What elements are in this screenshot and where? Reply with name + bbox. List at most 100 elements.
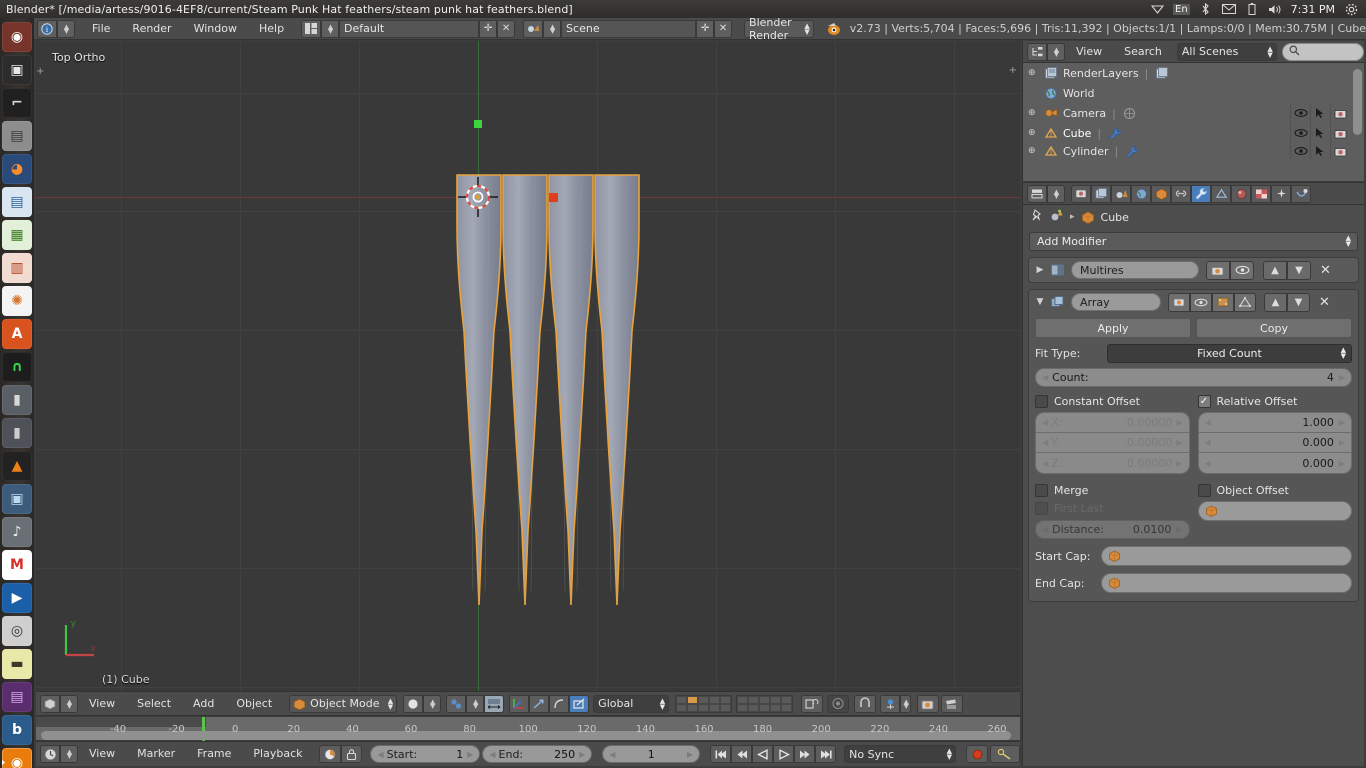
timeline-menu-marker[interactable]: Marker: [126, 743, 186, 765]
delete-screen-button[interactable]: ✕: [497, 19, 516, 38]
menu-help[interactable]: Help: [248, 18, 295, 40]
outliner-editor-icon[interactable]: [1027, 42, 1047, 61]
outliner-menu-search[interactable]: Search: [1113, 41, 1173, 63]
outliner-editor[interactable]: ▲ ▼ View Search All Scenes ▲ ▼ ⊕ RenderLaye…: [1022, 41, 1364, 181]
outliner-editor-arrows[interactable]: ▲ ▼: [1047, 42, 1065, 61]
cage-toggle-icon[interactable]: [1234, 292, 1256, 312]
solid-shading-icon[interactable]: [403, 694, 424, 713]
object-offset-checkbox-row[interactable]: Object Offset: [1197, 484, 1353, 497]
increment-arrow-icon[interactable]: ▶: [1339, 459, 1345, 468]
properties-constraints-tab[interactable]: [1171, 184, 1191, 203]
manipulator-enable-toggle[interactable]: [569, 694, 590, 713]
layer-cell[interactable]: [698, 695, 710, 704]
magnet-icon[interactable]: [854, 694, 877, 713]
menu-render[interactable]: Render: [121, 18, 182, 40]
keyboard-layout-indicator[interactable]: En: [1173, 3, 1190, 15]
constant-offset-y[interactable]: ◀ Y: 0.00000 ▶: [1036, 433, 1189, 453]
modifier-name-field-array[interactable]: Array: [1071, 293, 1161, 311]
scene-field[interactable]: Scene: [561, 19, 697, 38]
screen-layout-icon[interactable]: [301, 19, 322, 38]
timeline-editor-icon[interactable]: [40, 745, 60, 763]
sync-mode-dropdown[interactable]: No Sync ▲ ▼: [844, 745, 957, 763]
add-modifier-dropdown[interactable]: Add Modifier ▲ ▼: [1029, 232, 1358, 251]
timeline-ruler[interactable]: -40 -20 0 20 40 60 80 100 120 140 160 180 200 220 240 2…: [36, 717, 1020, 741]
viewport-menu-add[interactable]: Add: [182, 693, 225, 715]
outliner-row-cylinder[interactable]: ⊕ Cylinder |: [1023, 143, 1364, 159]
info-editor-icon[interactable]: i: [37, 19, 57, 38]
launcher-firefox[interactable]: ◕: [2, 154, 32, 184]
lock-to-scene-icon[interactable]: [801, 694, 824, 713]
camera-render-icon[interactable]: [1330, 123, 1350, 143]
layer-cell[interactable]: [759, 695, 771, 704]
render-toggle-icon[interactable]: [1206, 260, 1230, 280]
previous-keyframe-icon[interactable]: [731, 745, 753, 763]
move-up-icon[interactable]: ▲: [1264, 292, 1287, 312]
proportional-edit-icon[interactable]: [827, 694, 850, 713]
translate-manipulator-icon[interactable]: [509, 694, 530, 713]
end-cap-field[interactable]: [1101, 573, 1352, 593]
battery-icon[interactable]: [1245, 3, 1259, 16]
layer-cell[interactable]: [781, 703, 793, 712]
merge-checkbox-row[interactable]: Merge: [1035, 484, 1190, 497]
properties-editor-arrows[interactable]: ▲ ▼: [1047, 184, 1065, 203]
timeline-editor-arrows[interactable]: ▲ ▼: [60, 745, 78, 763]
increment-arrow-icon[interactable]: ▶: [1339, 373, 1345, 382]
properties-render-layers-tab[interactable]: [1091, 184, 1111, 203]
start-frame-field[interactable]: ◀ Start: 1 ▶: [370, 745, 481, 763]
decrement-arrow-icon[interactable]: ◀: [1042, 459, 1048, 468]
keying-set-icon[interactable]: [990, 745, 1021, 763]
viewport-toolshelf-toggle[interactable]: +: [36, 66, 44, 77]
snap-increment-icon[interactable]: [880, 694, 901, 713]
scene-icon[interactable]: [523, 19, 544, 38]
launcher-media-player[interactable]: ▶: [2, 583, 32, 613]
feather-mesh-3[interactable]: [546, 171, 596, 611]
object-offset-field[interactable]: [1197, 501, 1352, 521]
layer-cell[interactable]: [720, 695, 732, 704]
launcher-libreoffice-writer[interactable]: ▤: [2, 187, 32, 217]
play-icon[interactable]: [773, 745, 795, 763]
eye-icon[interactable]: [1290, 143, 1310, 159]
launcher-vlc[interactable]: ▲: [2, 451, 32, 481]
layer-cell[interactable]: [770, 703, 782, 712]
decrement-arrow-icon[interactable]: ◀: [489, 750, 495, 759]
volume-icon[interactable]: [1268, 3, 1282, 16]
launcher-blender[interactable]: ◉: [2, 748, 32, 768]
launcher-blue-b-app[interactable]: b: [2, 715, 32, 745]
properties-scene-tab[interactable]: [1111, 184, 1131, 203]
layer-cell[interactable]: [698, 703, 710, 712]
pivot-arrows[interactable]: ▲ ▼: [466, 694, 485, 713]
launcher-libreoffice-impress[interactable]: ▥: [2, 253, 32, 283]
timeline-menu-frame[interactable]: Frame: [186, 743, 242, 765]
edit-mode-toggle-icon[interactable]: [1212, 292, 1234, 312]
layer-cell[interactable]: [748, 695, 760, 704]
delete-modifier-multires[interactable]: ✕: [1320, 263, 1331, 278]
increment-arrow-icon[interactable]: ▶: [467, 750, 473, 759]
pivot-point-selector[interactable]: ▲ ▼: [446, 694, 505, 713]
screen-layout-arrows[interactable]: ▲ ▼: [321, 19, 340, 38]
layer-cell[interactable]: [720, 703, 732, 712]
outliner-display-mode-dropdown[interactable]: All Scenes ▲ ▼: [1176, 42, 1277, 61]
timeline-menu-view[interactable]: View: [78, 743, 126, 765]
launcher-usb-drive-2[interactable]: ▮: [2, 418, 32, 448]
expand-toggle-icon[interactable]: ⊕: [1028, 146, 1036, 156]
add-screen-button[interactable]: ✛: [479, 19, 498, 38]
record-icon[interactable]: [966, 745, 989, 763]
decrement-arrow-icon[interactable]: ◀: [1042, 418, 1048, 427]
scene-arrows[interactable]: ▲ ▼: [543, 19, 562, 38]
properties-world-tab[interactable]: [1131, 184, 1151, 203]
properties-texture-tab[interactable]: [1251, 184, 1271, 203]
properties-editor[interactable]: ▲ ▼ ▸ Cube Add Modifier ▲ ▼ ▶ Multires ▲…: [1022, 182, 1364, 766]
layer-cell[interactable]: [781, 695, 793, 704]
launcher-music-player[interactable]: ♪: [2, 517, 32, 547]
feather-mesh-4[interactable]: [592, 171, 642, 611]
decrement-arrow-icon[interactable]: ◀: [1042, 525, 1048, 534]
modifier-panel-multires[interactable]: ▶ Multires ▲ ▼ ✕: [1028, 257, 1359, 283]
relative-offset-z[interactable]: ◀ 0.000 ▶: [1198, 453, 1351, 473]
properties-editor-selector[interactable]: ▲ ▼: [1027, 184, 1065, 203]
launcher-water-app[interactable]: ▣: [2, 484, 32, 514]
count-slider[interactable]: ◀ Count: 4 ▶: [1035, 368, 1352, 387]
camera-render-icon[interactable]: [1330, 143, 1350, 159]
timeline-menu-playback[interactable]: Playback: [242, 743, 313, 765]
bluetooth-icon[interactable]: [1199, 3, 1213, 16]
object-icon[interactable]: [1050, 209, 1064, 225]
